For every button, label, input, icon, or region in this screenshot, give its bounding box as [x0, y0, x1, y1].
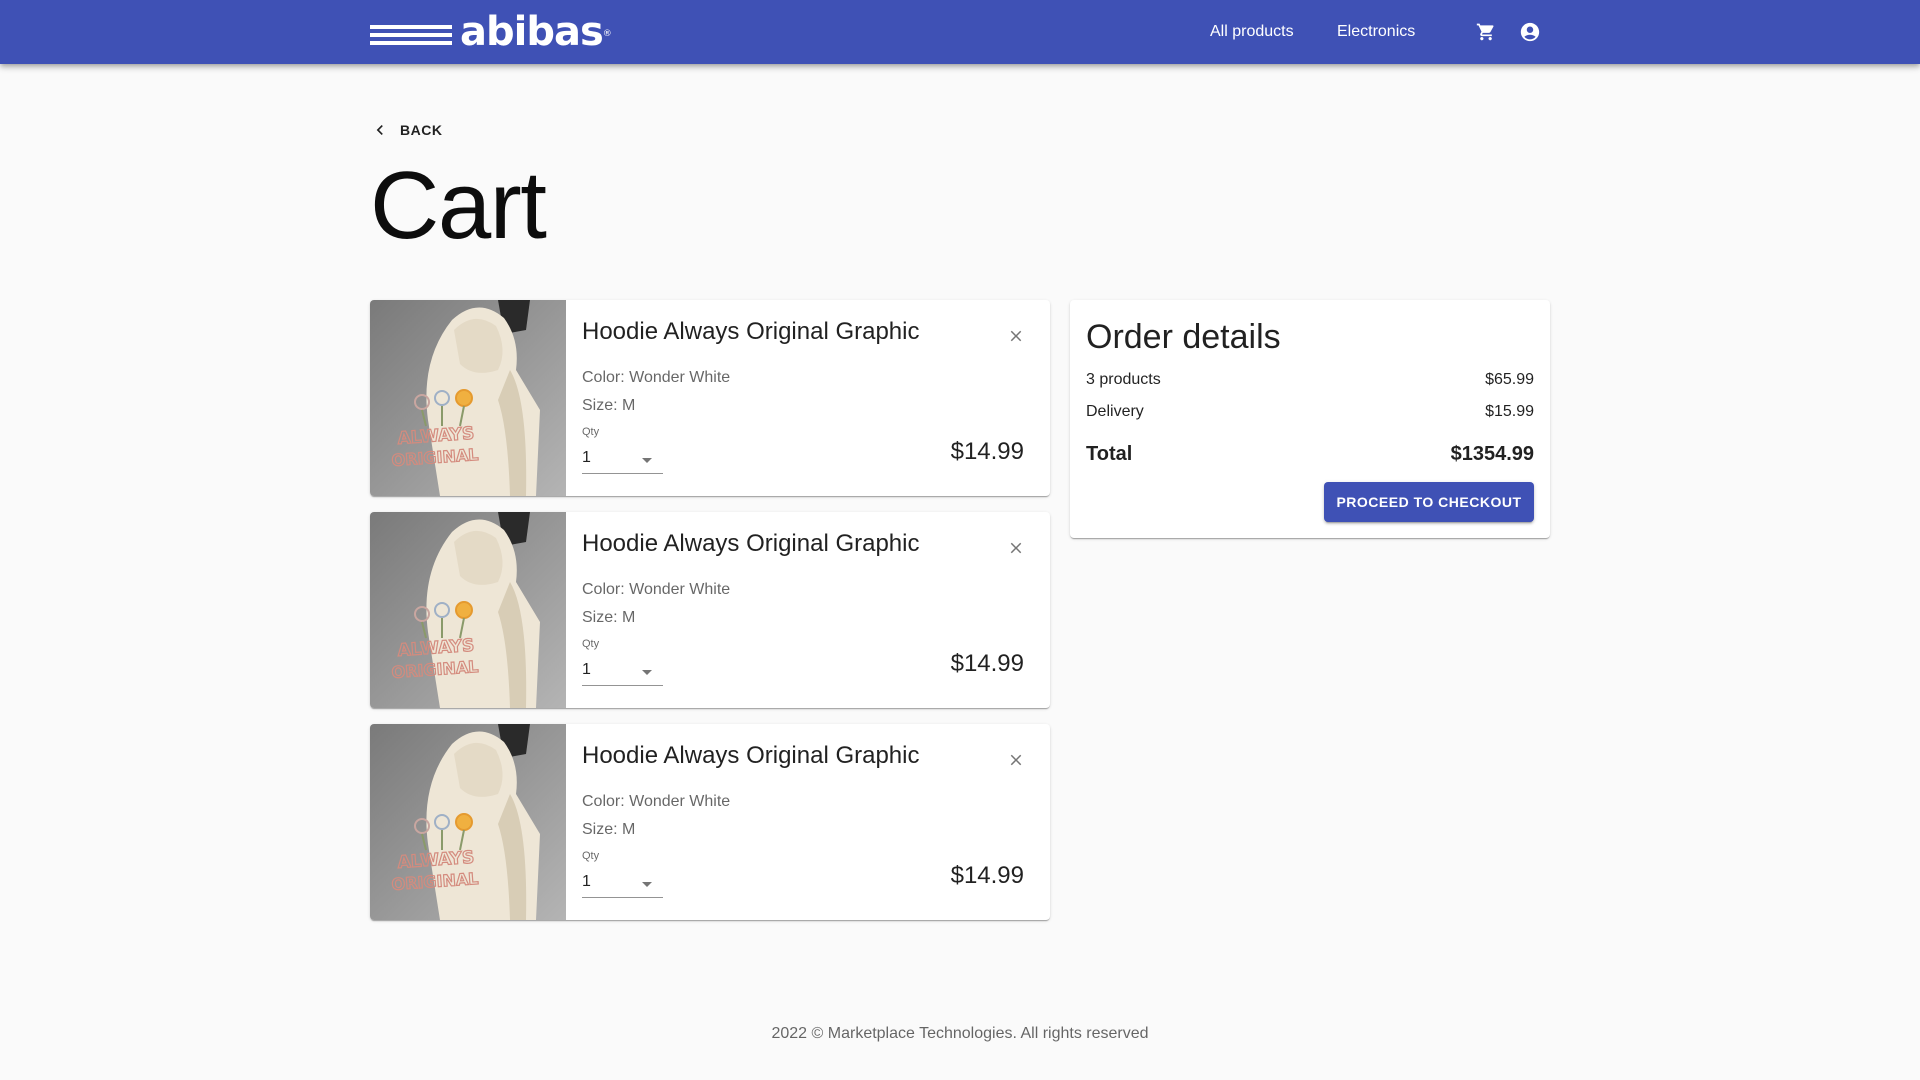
qty-select[interactable]: 1	[582, 444, 663, 474]
dropdown-arrow-icon	[642, 458, 652, 463]
cart-item-card: ALWAYS ORIGINAL Hoodie Always Original G…	[370, 724, 1050, 920]
logo-stripes	[370, 25, 452, 45]
back-label: BACK	[400, 122, 443, 138]
delivery-value: $15.99	[1485, 403, 1534, 420]
item-price: $14.99	[950, 438, 1024, 465]
qty-value: 1	[582, 449, 591, 466]
brand-logo[interactable]: abibas®	[370, 9, 612, 55]
cart-icon[interactable]	[1474, 20, 1498, 44]
cart-item-card: ALWAYS ORIGINAL Hoodie Always Original G…	[370, 300, 1050, 496]
item-color: Color: Wonder White	[582, 793, 731, 810]
product-image[interactable]: ALWAYS ORIGINAL	[370, 724, 566, 920]
proceed-to-checkout-button[interactable]: PROCEED TO CHECKOUT	[1324, 482, 1534, 522]
page-title: Cart	[370, 152, 547, 259]
dropdown-arrow-icon	[642, 670, 652, 675]
remove-item-button[interactable]	[1004, 536, 1028, 560]
item-size: Size: M	[582, 821, 636, 838]
item-size: Size: M	[582, 397, 636, 414]
products-value: $65.99	[1485, 371, 1534, 388]
app-bar: abibas® All products Electronics	[0, 0, 1920, 64]
dropdown-arrow-icon	[642, 882, 652, 887]
cart-item-card: ALWAYS ORIGINAL Hoodie Always Original G…	[370, 512, 1050, 708]
remove-item-button[interactable]	[1004, 748, 1028, 772]
item-name[interactable]: Hoodie Always Original Graphic	[582, 316, 920, 348]
item-name[interactable]: Hoodie Always Original Graphic	[582, 740, 920, 772]
qty-value: 1	[582, 873, 591, 890]
qty-label: Qty	[582, 638, 600, 650]
nav-all-products[interactable]: All products	[1210, 20, 1294, 44]
products-row: 3 products $65.99	[1086, 368, 1534, 392]
qty-value: 1	[582, 661, 591, 678]
delivery-row: Delivery $15.99	[1086, 400, 1534, 424]
qty-label: Qty	[582, 850, 600, 862]
total-row: Total $1354.99	[1086, 440, 1534, 468]
product-image[interactable]: ALWAYS ORIGINAL	[370, 300, 566, 496]
item-name[interactable]: Hoodie Always Original Graphic	[582, 528, 920, 560]
delivery-label: Delivery	[1086, 403, 1144, 420]
qty-select[interactable]: 1	[582, 656, 663, 686]
item-price: $14.99	[950, 862, 1024, 889]
close-icon	[1010, 542, 1022, 554]
qty-label: Qty	[582, 426, 600, 438]
nav-electronics[interactable]: Electronics	[1337, 20, 1415, 44]
item-size: Size: M	[582, 609, 636, 626]
products-label: 3 products	[1086, 371, 1161, 388]
account-circle-icon[interactable]	[1518, 20, 1542, 44]
chevron-left-icon	[376, 125, 383, 135]
logo-text: abibas®	[460, 9, 612, 55]
item-color: Color: Wonder White	[582, 581, 731, 598]
product-image[interactable]: ALWAYS ORIGINAL	[370, 512, 566, 708]
total-label: Total	[1086, 443, 1133, 465]
item-color: Color: Wonder White	[582, 369, 731, 386]
order-details-title: Order details	[1086, 318, 1281, 356]
close-icon	[1010, 754, 1022, 766]
footer-copyright: 2022 © Marketplace Technologies. All rig…	[771, 1025, 1149, 1042]
remove-item-button[interactable]	[1004, 324, 1028, 348]
total-value: $1354.99	[1450, 443, 1534, 465]
close-icon	[1010, 330, 1022, 342]
qty-select[interactable]: 1	[582, 868, 663, 898]
back-button[interactable]: BACK	[370, 116, 442, 144]
order-details-card: Order details 3 products $65.99 Delivery…	[1070, 300, 1550, 538]
item-price: $14.99	[950, 650, 1024, 677]
